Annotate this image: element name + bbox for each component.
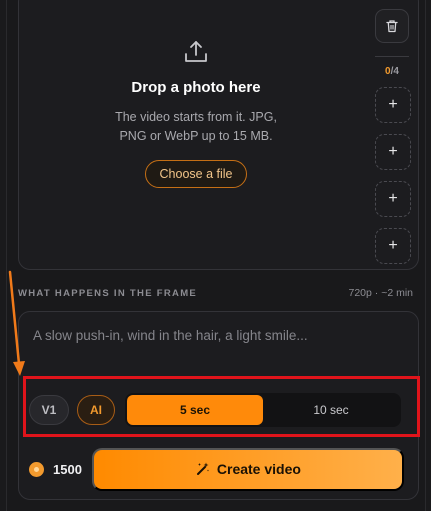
- ai-toggle[interactable]: AI: [77, 395, 115, 425]
- prompt-card: A slow push-in, wind in the hair, a ligh…: [18, 311, 419, 500]
- plus-icon: +: [388, 96, 398, 113]
- image-slot-1[interactable]: +: [375, 87, 411, 123]
- plus-icon: +: [388, 237, 398, 254]
- generation-controls: V1 AI 5 sec 10 sec: [29, 392, 410, 428]
- magic-wand-icon: [196, 462, 209, 475]
- credits-balance: 1500: [53, 461, 82, 477]
- choose-file-button[interactable]: Choose a file: [144, 160, 248, 188]
- drop-title: Drop a photo here: [131, 79, 261, 96]
- plus-icon: +: [388, 143, 398, 160]
- image-slot-3[interactable]: +: [375, 181, 411, 217]
- duration-10-sec[interactable]: 10 sec: [263, 395, 399, 425]
- slot-count: 0/4: [385, 66, 399, 77]
- drop-description: The video starts from it. JPG, PNG or We…: [115, 110, 277, 143]
- upload-icon: [185, 41, 207, 62]
- footer-row: 1500 Create video: [29, 447, 410, 491]
- upload-card: Drop a photo here The video starts from …: [18, 0, 419, 270]
- slots-divider: [375, 56, 409, 57]
- image-slots: 0/4 + + + +: [373, 0, 420, 271]
- create-video-button[interactable]: Create video: [91, 447, 404, 491]
- image-slot-2[interactable]: +: [375, 134, 411, 170]
- prompt-input[interactable]: A slow push-in, wind in the hair, a ligh…: [33, 328, 308, 343]
- duration-5-sec[interactable]: 5 sec: [127, 395, 263, 425]
- coin-icon: [29, 461, 44, 477]
- section-label: WHAT HAPPENS IN THE FRAME: [18, 288, 198, 299]
- delete-button[interactable]: [375, 9, 409, 43]
- image-slot-4[interactable]: +: [375, 228, 411, 264]
- photo-dropzone[interactable]: Drop a photo here The video starts from …: [19, 0, 373, 271]
- trash-icon: [386, 20, 398, 33]
- quality-duration-meta: 720p · ~2 min: [348, 287, 414, 299]
- create-video-label: Create video: [216, 461, 301, 477]
- plus-icon: +: [388, 190, 398, 207]
- version-toggle[interactable]: V1: [29, 395, 69, 425]
- duration-selector: 5 sec 10 sec: [125, 393, 401, 427]
